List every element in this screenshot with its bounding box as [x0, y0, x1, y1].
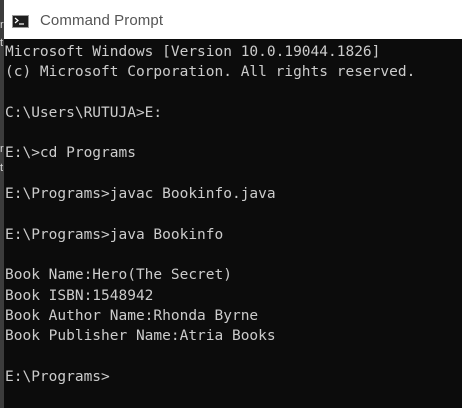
console-line: Microsoft Windows [Version 10.0.19044.18… — [5, 44, 381, 60]
title-bar[interactable]: Command Prompt — [0, 0, 462, 39]
window-title: Command Prompt — [40, 12, 164, 29]
console-line: Book ISBN:1548942 — [5, 287, 154, 304]
terminal-icon — [12, 15, 29, 28]
background-window-fragment: r — [0, 144, 4, 155]
console-output[interactable]: Microsoft Windows [Version 10.0.19044.18… — [5, 42, 462, 408]
console-line: E:\Programs> — [5, 368, 110, 385]
console-line: E:\>cd Programs — [5, 145, 136, 162]
console-line: Book Publisher Name:Atria Books — [5, 328, 276, 345]
console-line: Book Name:Hero(The Secret) — [5, 267, 232, 284]
command-prompt-window: Command Prompt r t r t Microsoft Windows… — [0, 0, 462, 408]
console-line: Book Author Name:Rhonda Byrne — [5, 307, 259, 324]
console-line: E:\Programs>javac Bookinfo.java — [5, 186, 276, 203]
background-window-fragment: r — [0, 20, 4, 31]
background-window-fragment: t — [0, 38, 4, 49]
background-window-edge — [0, 0, 4, 408]
console-line: (c) Microsoft Corporation. All rights re… — [5, 64, 416, 81]
background-window-fragment: t — [0, 163, 4, 174]
console-line: C:\Users\RUTUJA>E: — [5, 104, 163, 121]
console-line: E:\Programs>java Bookinfo — [5, 226, 224, 243]
